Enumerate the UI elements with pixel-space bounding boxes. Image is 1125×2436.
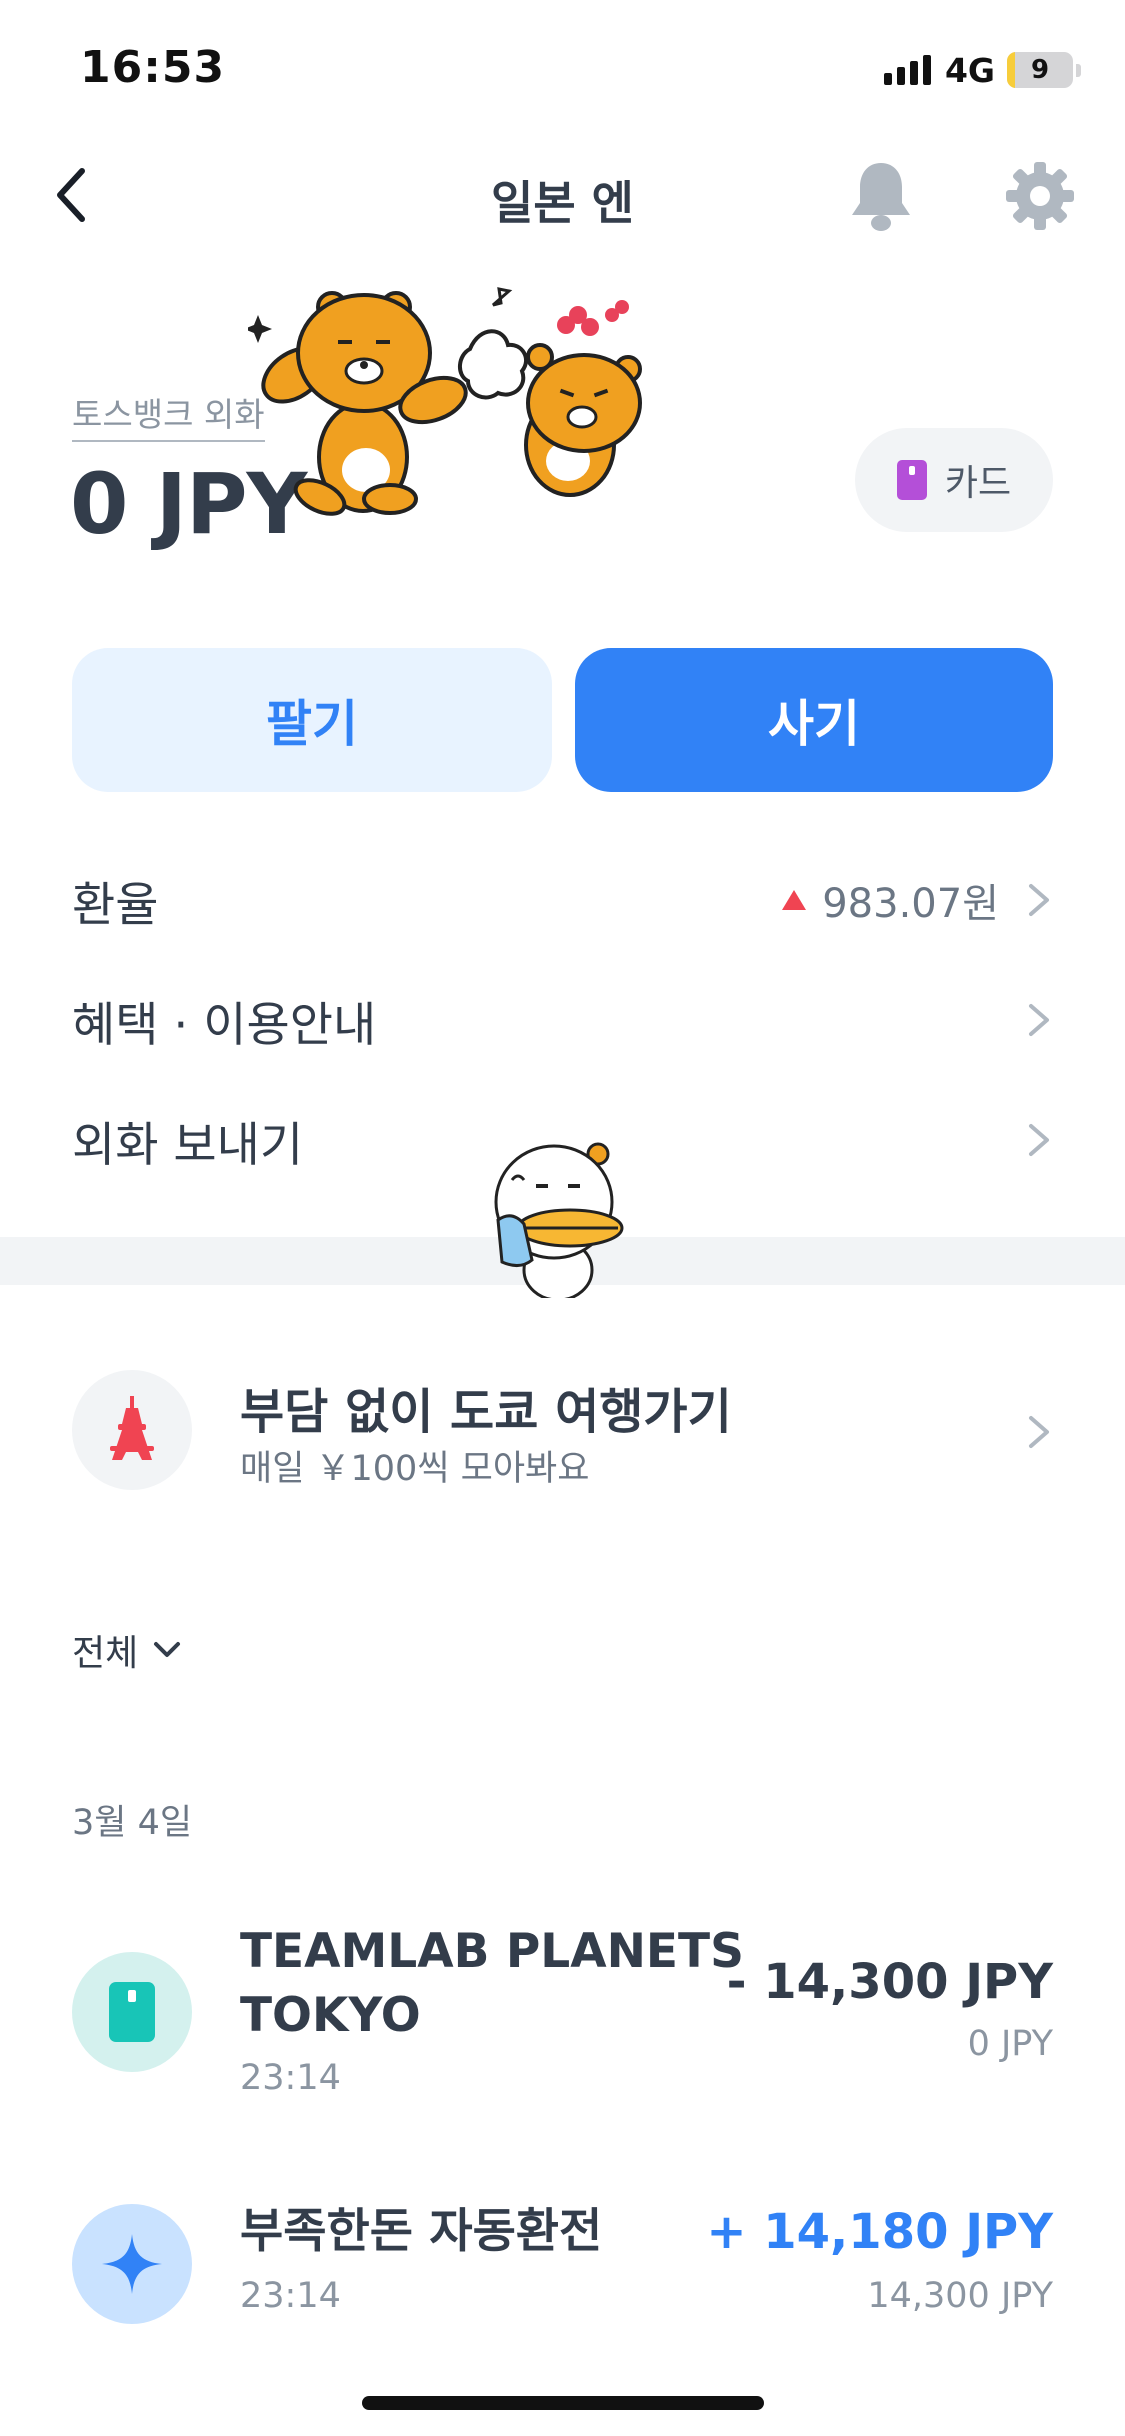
network-type: 4G: [944, 50, 995, 90]
battery-level: 9: [1030, 55, 1050, 85]
sparkle-icon: [102, 2234, 162, 2294]
status-indicators: 4G 9: [883, 46, 1081, 94]
benefits-label: 혜택 · 이용안내: [72, 997, 377, 1053]
nav-bar: 일본 엔: [0, 145, 1125, 245]
transaction-icon-badge: [72, 2204, 192, 2324]
status-time: 16:53: [80, 42, 226, 93]
benefits-row[interactable]: 혜택 · 이용안내: [72, 975, 1053, 1065]
signal-icon: [883, 55, 931, 85]
transaction-balance: 14,300 JPY: [867, 2276, 1053, 2316]
chevron-right-icon: [1029, 1004, 1049, 1036]
transaction-item[interactable]: 부족한돈 자동환전 23:14 + 14,180 JPY 14,300 JPY: [72, 2200, 1053, 2330]
account-name-link[interactable]: 토스뱅크 외화: [72, 388, 265, 442]
exchange-rate-label: 환율: [72, 877, 159, 933]
chevron-right-icon: [1029, 884, 1049, 916]
tokyo-savings-promo[interactable]: 부담 없이 도쿄 여행가기 매일 ￥100씩 모아봐요: [72, 1368, 1053, 1492]
transaction-icon-badge: [72, 1952, 192, 2072]
tokyo-tower-icon: [110, 1396, 154, 1460]
transaction-name: TEAMLAB PLANETS TOKYO: [240, 1924, 744, 2043]
gear-icon: [1006, 162, 1074, 230]
transaction-time: 23:14: [240, 2276, 341, 2316]
exchange-rate-row[interactable]: 환율 983.07원: [72, 855, 1053, 945]
transaction-amount: + 14,180 JPY: [706, 2204, 1053, 2260]
transaction-filter-dropdown[interactable]: 전체: [72, 1624, 182, 1676]
exchange-rate-text: 983.07원: [822, 881, 999, 927]
status-bar: 16:53 4G 9: [0, 0, 1125, 135]
duck-sticker: [494, 1142, 624, 1298]
filter-label: 전체: [72, 1633, 139, 1674]
transaction-balance: 0 JPY: [967, 2024, 1053, 2064]
battery-icon: 9: [1007, 52, 1073, 88]
character-sticker: [248, 287, 642, 516]
card-label: 카드: [944, 463, 1012, 504]
bell-icon: [852, 163, 910, 231]
page-title: 일본 엔: [491, 176, 634, 230]
exchange-rate-value: 983.07원: [782, 871, 999, 929]
promo-title: 부담 없이 도쿄 여행가기: [240, 1384, 732, 1440]
buy-button[interactable]: 사기: [575, 648, 1053, 792]
home-indicator: [362, 2396, 764, 2410]
transaction-name: 부족한돈 자동환전: [240, 2204, 603, 2259]
notifications-button[interactable]: [846, 159, 916, 235]
battery-tip: [1076, 63, 1081, 77]
card-icon: [896, 460, 927, 500]
sell-button[interactable]: 팔기: [72, 648, 552, 792]
transaction-item[interactable]: TEAMLAB PLANETS TOKYO 23:14 - 14,300 JPY…: [72, 1920, 1053, 2100]
card-icon: [109, 1982, 155, 2042]
chevron-down-icon: [154, 1642, 181, 1657]
transaction-amount: - 14,300 JPY: [726, 1954, 1053, 2010]
chevron-right-icon: [1029, 1124, 1049, 1156]
chevron-right-icon: [1029, 1416, 1049, 1448]
date-header: 3월 4일: [72, 1803, 193, 1843]
promo-subtitle: 매일 ￥100씩 모아봐요: [240, 1449, 590, 1489]
promo-icon-badge: [72, 1370, 192, 1490]
rate-up-icon: [782, 890, 807, 910]
transaction-time: 23:14: [240, 2058, 341, 2098]
card-button[interactable]: 카드: [855, 428, 1053, 532]
settings-button[interactable]: [1004, 160, 1076, 232]
